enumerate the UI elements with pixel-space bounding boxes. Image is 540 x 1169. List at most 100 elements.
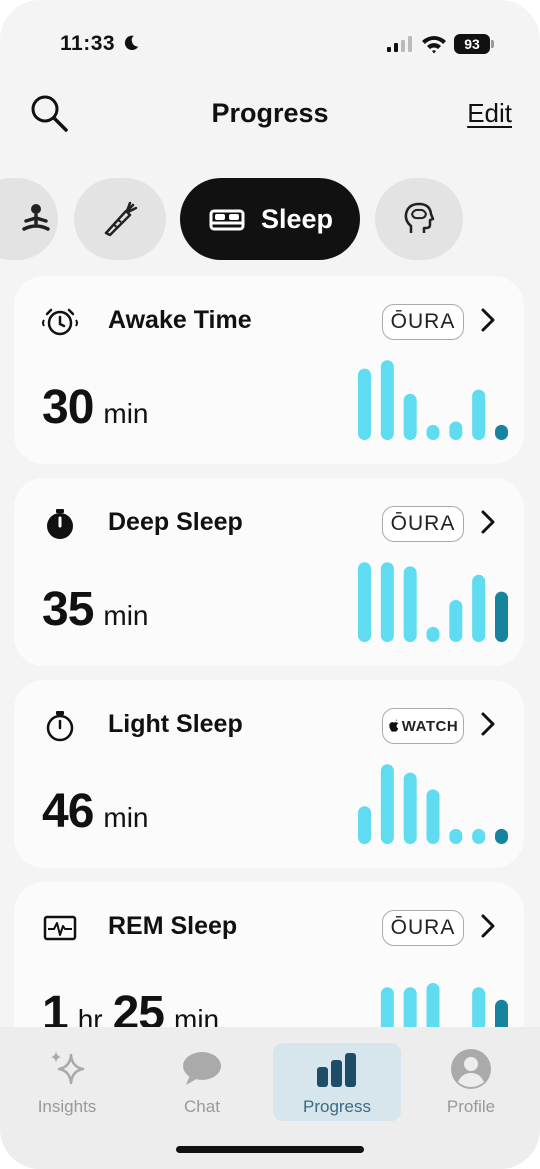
value-number: 25 [112, 987, 165, 1027]
tab-label: Profile [446, 1097, 496, 1116]
chip-meditation[interactable] [0, 178, 58, 260]
battery-tip [491, 40, 494, 48]
tab-progress[interactable]: Progress [273, 1043, 401, 1121]
apple-logo-icon [389, 719, 399, 732]
bar-1 [380, 987, 394, 1027]
chip-sleep-label: Sleep [260, 203, 334, 234]
value-unit: min [103, 802, 149, 833]
tab-label: Insights [37, 1097, 97, 1116]
page-title: Progress [211, 98, 329, 128]
bar-chart-icon [317, 1053, 356, 1087]
bar-5 [472, 828, 486, 844]
chevron-right-icon[interactable] [478, 508, 498, 536]
card-title: Awake Time [108, 306, 252, 334]
edit-button[interactable]: Edit [467, 98, 512, 129]
bar-3 [426, 626, 440, 642]
chip-sleep[interactable]: Sleep [180, 178, 360, 260]
bar-2 [403, 566, 417, 642]
bar-0 [358, 806, 371, 844]
value-unit: min [174, 1004, 220, 1027]
card-title: Deep Sleep [108, 508, 243, 536]
value-number: 30 [42, 381, 94, 434]
watch-label: WATCH [401, 717, 459, 735]
chip-mind[interactable] [375, 178, 463, 260]
card-deep-sleep[interactable]: Deep Sleep ŌURA 35 min [14, 478, 524, 666]
bar-3 [426, 424, 440, 440]
metric-value: 46 min [42, 784, 149, 839]
page-header: Progress Edit [0, 88, 540, 138]
bar-1 [380, 360, 394, 440]
mini-bar-chart [358, 562, 508, 642]
bar-4 [449, 828, 463, 844]
tab-chat[interactable]: Chat [138, 1043, 266, 1121]
bar-5 [472, 389, 486, 440]
metric-value: 1 hr 25 min [42, 986, 219, 1027]
card-title: REM Sleep [108, 912, 238, 940]
chevron-right-icon[interactable] [478, 912, 498, 940]
phone-screen: 11:33 93 Progress Edit Sleep Awake Time … [0, 0, 540, 1169]
tab-insights[interactable]: Insights [3, 1043, 131, 1121]
chip-nutrition[interactable] [74, 178, 166, 260]
signal-icon [387, 36, 412, 52]
bar-1 [380, 562, 394, 642]
mini-bar-chart [380, 983, 508, 1027]
chevron-right-icon[interactable] [478, 306, 498, 334]
battery-indicator: 93 [454, 34, 490, 54]
bar-5 [472, 987, 486, 1027]
bar-6 [495, 999, 508, 1027]
heart-monitor-icon [43, 915, 77, 941]
source-badge-oura: ŌURA [382, 506, 464, 542]
value-unit: min [103, 398, 149, 429]
source-badge-oura: ŌURA [382, 910, 464, 946]
home-indicator[interactable] [176, 1146, 364, 1153]
bar-2 [403, 772, 417, 844]
chevron-right-icon[interactable] [478, 710, 498, 738]
value-unit: min [103, 600, 149, 631]
bar-3 [426, 789, 440, 844]
tab-label: Progress [302, 1097, 372, 1116]
card-title: Light Sleep [108, 710, 243, 738]
card-awake-time[interactable]: Awake Time ŌURA 30 min [14, 276, 524, 464]
bed-icon [209, 209, 245, 231]
wifi-icon [422, 36, 446, 54]
moon-icon [124, 35, 139, 51]
mini-bar-chart [358, 764, 508, 844]
tab-label: Chat [184, 1097, 220, 1116]
value-number: 46 [42, 785, 94, 838]
value-hours: 1 [42, 987, 69, 1027]
bar-6 [495, 424, 508, 440]
chat-bubble-icon [183, 1052, 221, 1085]
status-bar: 11:33 93 [0, 30, 540, 60]
status-time: 11:33 [60, 32, 116, 55]
bar-1 [380, 764, 394, 844]
bar-6 [495, 591, 508, 642]
value-number: 35 [42, 583, 94, 636]
category-chips: Sleep [0, 178, 540, 260]
meditation-icon [22, 204, 50, 231]
bar-5 [472, 574, 486, 642]
mini-bar-chart [358, 360, 508, 440]
bar-3 [426, 983, 440, 1027]
metrics-list[interactable]: Awake Time ŌURA 30 min Deep Sleep ŌURA 3… [0, 274, 540, 1027]
card-light-sleep[interactable]: Light Sleep WATCH 46 min [14, 680, 524, 868]
value-hours-unit: hr [77, 1004, 103, 1027]
user-avatar-icon [451, 1049, 491, 1089]
tab-profile[interactable]: Profile [407, 1043, 535, 1121]
brain-head-icon [404, 202, 435, 233]
bar-0 [358, 562, 371, 642]
metric-value: 35 min [42, 582, 149, 637]
bar-2 [403, 393, 417, 440]
sparkles-icon [51, 1051, 85, 1085]
bar-4 [449, 600, 463, 642]
card-rem-sleep[interactable]: REM Sleep ŌURA 1 hr 25 min [14, 882, 524, 1027]
stopwatch-outline-icon [46, 711, 74, 742]
source-badge-oura: ŌURA [382, 304, 464, 340]
bar-6 [495, 828, 508, 844]
stopwatch-filled-icon [47, 509, 73, 539]
alarm-clock-icon [42, 308, 78, 336]
bar-2 [403, 987, 417, 1027]
source-badge-watch: WATCH [382, 708, 464, 744]
tab-bar: Insights Chat Progress Profile [0, 1027, 540, 1169]
carrot-icon [104, 201, 138, 237]
bar-4 [449, 421, 463, 440]
